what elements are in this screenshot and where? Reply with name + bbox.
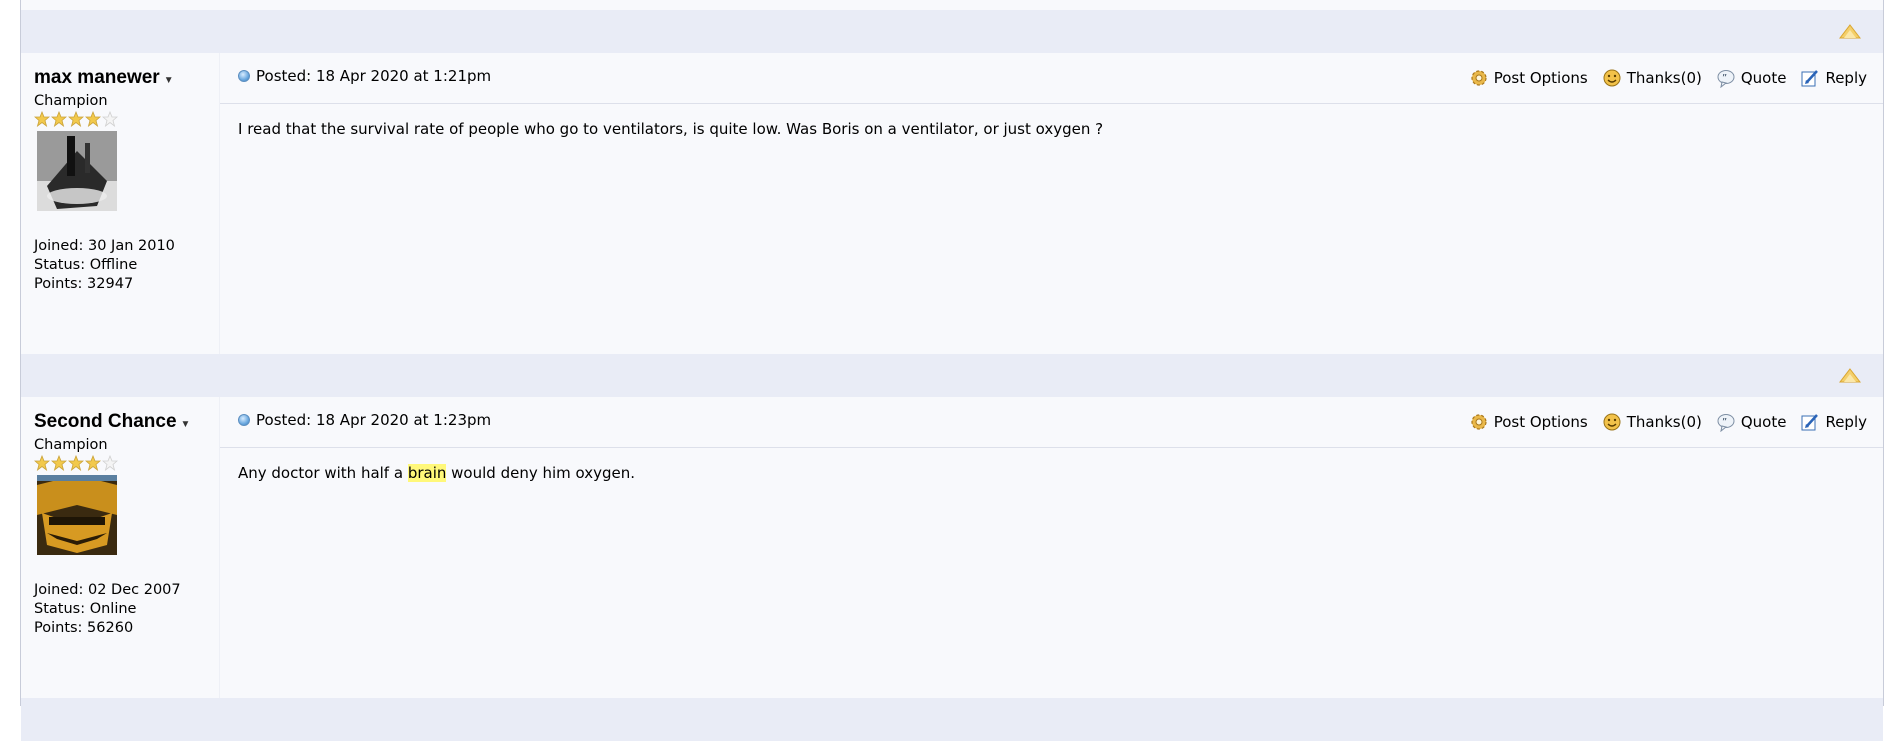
post-options-label[interactable]: Post Options: [1494, 69, 1588, 87]
quote-icon[interactable]: ”: [1716, 412, 1736, 432]
reply-label[interactable]: Reply: [1825, 69, 1867, 87]
gear-icon[interactable]: [1469, 68, 1489, 88]
reply-icon[interactable]: [1800, 412, 1820, 432]
quote-icon[interactable]: ”: [1716, 68, 1736, 88]
joined-date: Joined: 30 Jan 2010: [34, 238, 175, 254]
star-icon: [68, 111, 84, 127]
smiley-icon[interactable]: [1602, 412, 1622, 432]
gear-icon[interactable]: [1469, 412, 1489, 432]
post-actions: Post Options Thanks(0) ” Quote Reply: [1469, 68, 1867, 88]
post-header: Posted: 18 Apr 2020 at 1:23pm Post Optio…: [220, 397, 1883, 448]
svg-text:”: ”: [1722, 417, 1727, 428]
post-body: Any doctor with half a brain would deny …: [220, 448, 1883, 498]
author-panel: max manewer ▼ Champion Joined: 30 Jan 20…: [21, 53, 219, 354]
post-separator: [21, 10, 1883, 53]
star-icon: [85, 111, 101, 127]
post-message: I read that the survival rate of people …: [238, 120, 1104, 138]
highlighted-term: brain: [407, 464, 447, 482]
user-points: Points: 32947: [34, 276, 134, 292]
forum-post: max manewer ▼ Champion Joined: 30 Jan 20…: [21, 53, 1883, 354]
star-icon: [34, 111, 50, 127]
quote-label[interactable]: Quote: [1741, 69, 1787, 87]
reply-button[interactable]: Reply: [1800, 412, 1867, 432]
author-panel: Second Chance ▼ Champion Joined: 02 Dec …: [21, 397, 219, 698]
post-date: Posted: 18 Apr 2020 at 1:23pm: [238, 411, 491, 429]
user-info: Joined: 30 Jan 2010 Status: Offline Poin…: [34, 237, 219, 294]
reply-label[interactable]: Reply: [1825, 413, 1867, 431]
username[interactable]: max manewer: [34, 67, 160, 89]
post-separator: [21, 698, 1883, 741]
post-content: Posted: 18 Apr 2020 at 1:23pm Post Optio…: [219, 397, 1883, 698]
posted-text: Posted: 18 Apr 2020 at 1:21pm: [256, 67, 492, 85]
star-icon: [51, 111, 67, 127]
forum-thread: max manewer ▼ Champion Joined: 30 Jan 20…: [20, 0, 1884, 741]
post-content: Posted: 18 Apr 2020 at 1:21pm Post Optio…: [219, 53, 1883, 354]
quote-label[interactable]: Quote: [1741, 413, 1787, 431]
post-options-button[interactable]: Post Options: [1469, 68, 1588, 88]
user-status: Status: Offline: [34, 257, 138, 273]
username-menu[interactable]: max manewer ▼: [34, 67, 174, 89]
post-message: Any doctor with half a: [238, 464, 408, 482]
post-options-button[interactable]: Post Options: [1469, 412, 1588, 432]
thanks-button[interactable]: Thanks(0): [1602, 412, 1702, 432]
reply-icon[interactable]: [1800, 68, 1820, 88]
user-rank: Champion: [34, 93, 108, 109]
user-status: Status: Online: [34, 601, 137, 617]
status-dot-icon: [238, 414, 250, 426]
thanks-button[interactable]: Thanks(0): [1602, 68, 1702, 88]
thanks-label[interactable]: Thanks(0): [1627, 413, 1702, 431]
back-to-top-icon[interactable]: [1839, 368, 1861, 384]
user-info: Joined: 02 Dec 2007 Status: Online Point…: [34, 581, 219, 638]
post-actions: Post Options Thanks(0) ” Quote Reply: [1469, 412, 1867, 432]
post-message-rest: would deny him oxygen.: [446, 464, 636, 482]
avatar: [37, 475, 117, 555]
star-icon: [102, 455, 118, 471]
chevron-down-icon[interactable]: ▼: [164, 75, 174, 86]
username-menu[interactable]: Second Chance ▼: [34, 411, 190, 433]
post-options-label[interactable]: Post Options: [1494, 413, 1588, 431]
avatar: [37, 131, 117, 211]
quote-button[interactable]: ” Quote: [1716, 412, 1787, 432]
thanks-label[interactable]: Thanks(0): [1627, 69, 1702, 87]
star-icon: [85, 455, 101, 471]
rank-stars: [34, 111, 219, 127]
forum-post: Second Chance ▼ Champion Joined: 02 Dec …: [21, 397, 1883, 698]
post-separator: [21, 354, 1883, 397]
star-icon: [102, 111, 118, 127]
star-icon: [34, 455, 50, 471]
svg-text:”: ”: [1722, 73, 1727, 84]
user-points: Points: 56260: [34, 620, 134, 636]
reply-button[interactable]: Reply: [1800, 68, 1867, 88]
user-rank: Champion: [34, 437, 108, 453]
username[interactable]: Second Chance: [34, 411, 177, 433]
chevron-down-icon[interactable]: ▼: [181, 419, 191, 430]
rank-stars: [34, 455, 219, 471]
posted-text: Posted: 18 Apr 2020 at 1:23pm: [256, 411, 492, 429]
star-icon: [68, 455, 84, 471]
status-dot-icon: [238, 70, 250, 82]
quote-button[interactable]: ” Quote: [1716, 68, 1787, 88]
joined-date: Joined: 02 Dec 2007: [34, 582, 181, 598]
post-date: Posted: 18 Apr 2020 at 1:21pm: [238, 67, 491, 85]
star-icon: [51, 455, 67, 471]
back-to-top-icon[interactable]: [1839, 24, 1861, 40]
post-header: Posted: 18 Apr 2020 at 1:21pm Post Optio…: [220, 53, 1883, 104]
smiley-icon[interactable]: [1602, 68, 1622, 88]
post-body: I read that the survival rate of people …: [220, 104, 1883, 154]
